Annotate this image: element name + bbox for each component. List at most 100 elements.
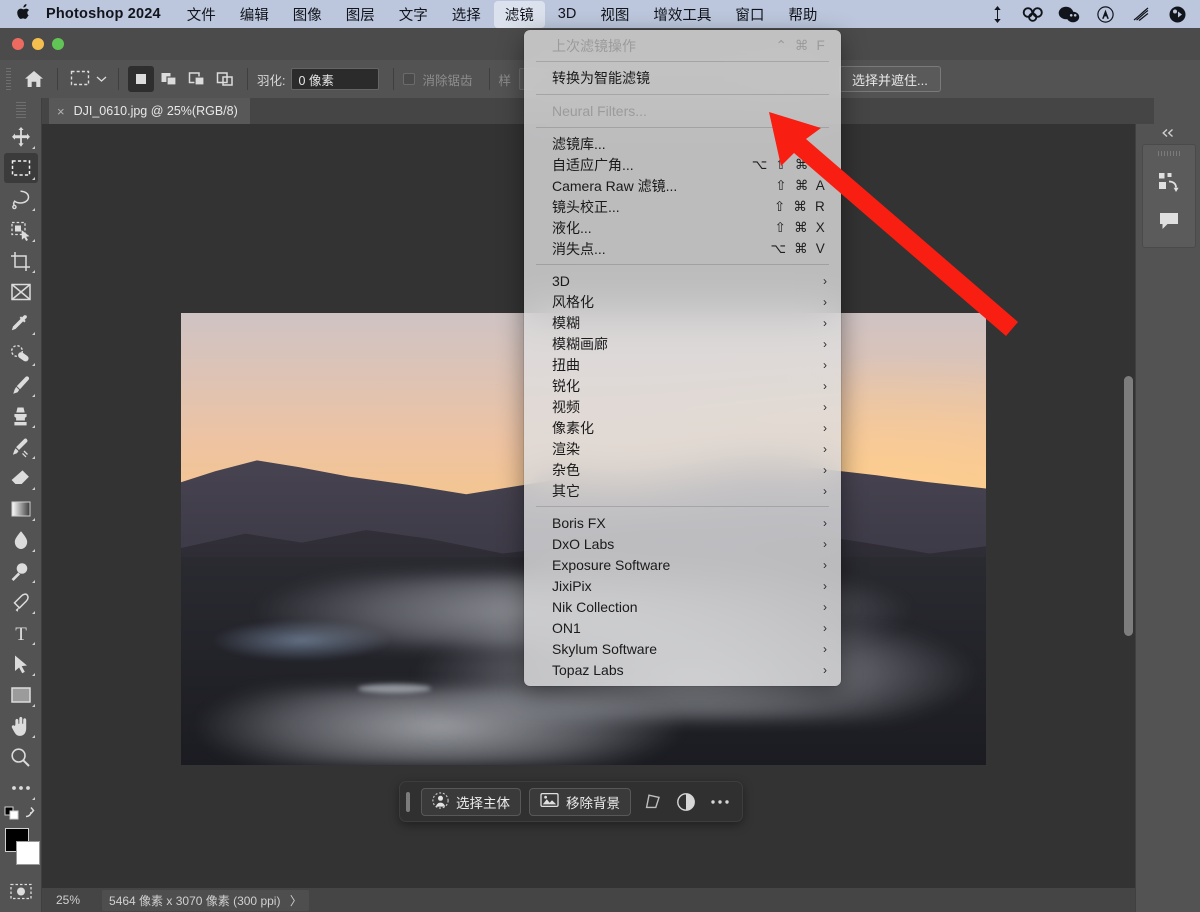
menu-item-other[interactable]: 其它 ›: [524, 480, 841, 501]
history-brush-tool[interactable]: [4, 432, 38, 462]
control-center-icon[interactable]: [1160, 1, 1194, 27]
menu-item-topaz-labs[interactable]: Topaz Labs ›: [524, 659, 841, 680]
menu-item-camera-raw-filter[interactable]: Camera Raw 滤镜... ⇧ ⌘ A: [524, 175, 841, 196]
transform-warp-icon[interactable]: [639, 788, 665, 816]
menu-item-exposure-software[interactable]: Exposure Software ›: [524, 554, 841, 575]
eyedropper-tool[interactable]: [4, 308, 38, 338]
edit-toolbar-more-icon[interactable]: [4, 773, 38, 803]
apple-logo-icon[interactable]: [0, 2, 46, 26]
minimize-button[interactable]: [32, 38, 44, 50]
menu-item-lens-correction[interactable]: 镜头校正... ⇧ ⌘ R: [524, 196, 841, 217]
antialias-checkbox[interactable]: [403, 73, 416, 85]
menu-3d[interactable]: 3D: [547, 3, 588, 25]
background-color-swatch[interactable]: [15, 841, 40, 865]
close-button[interactable]: [12, 38, 24, 50]
menu-item-render[interactable]: 渲染 ›: [524, 438, 841, 459]
color-swatches[interactable]: [3, 828, 40, 868]
quick-selection-tool[interactable]: [4, 215, 38, 245]
document-dimensions[interactable]: 5464 像素 x 3070 像素 (300 ppi) 〉: [102, 889, 309, 911]
rectangle-tool[interactable]: [4, 680, 38, 710]
antialias-row[interactable]: 消除锯齿: [403, 70, 473, 89]
add-to-selection-button[interactable]: [156, 66, 182, 92]
intersect-selection-button[interactable]: [212, 66, 238, 92]
menu-filter[interactable]: 滤镜: [493, 0, 545, 28]
menu-item-video[interactable]: 视频 ›: [524, 396, 841, 417]
subtract-from-selection-button[interactable]: [184, 66, 210, 92]
menu-item-jixipix[interactable]: JixiPix ›: [524, 575, 841, 596]
dodge-tool[interactable]: [4, 556, 38, 586]
new-selection-button[interactable]: [128, 66, 154, 92]
menu-view[interactable]: 视图: [589, 1, 640, 28]
document-tab[interactable]: × DJI_0610.jpg @ 25%(RGB/8): [49, 98, 250, 124]
menu-window[interactable]: 窗口: [724, 1, 775, 28]
task-bar-grip[interactable]: [406, 791, 410, 812]
brush-tool[interactable]: [4, 370, 38, 400]
maximize-button[interactable]: [52, 38, 64, 50]
menu-plugins[interactable]: 增效工具: [642, 1, 722, 28]
menu-file[interactable]: 文件: [176, 1, 227, 28]
menu-item-nik-collection[interactable]: Nik Collection ›: [524, 596, 841, 617]
menu-item-dxo-labs[interactable]: DxO Labs ›: [524, 533, 841, 554]
hand-tool[interactable]: [4, 711, 38, 741]
menu-item-convert-smart-filter[interactable]: 转换为智能滤镜: [524, 67, 841, 89]
zoom-level[interactable]: 25%: [56, 893, 80, 907]
menu-item-liquify[interactable]: 液化... ⇧ ⌘ X: [524, 217, 841, 238]
eraser-tool[interactable]: [4, 463, 38, 493]
feather-input[interactable]: 0 像素: [291, 68, 380, 90]
comments-icon[interactable]: [1143, 201, 1195, 241]
menu-help[interactable]: 帮助: [777, 1, 828, 28]
quick-mask-icon[interactable]: [4, 876, 38, 906]
adjustment-layer-icon[interactable]: [673, 788, 699, 816]
updown-arrows-icon[interactable]: [980, 1, 1014, 27]
spot-healing-brush-tool[interactable]: [4, 339, 38, 369]
menu-item-adaptive-wide-angle[interactable]: 自适应广角... ⌥ ⇧ ⌘ A: [524, 154, 841, 175]
history-states-icon[interactable]: [1143, 161, 1195, 201]
pen-tool[interactable]: [4, 587, 38, 617]
menu-item-stylize[interactable]: 风格化 ›: [524, 291, 841, 312]
dropbox-icon[interactable]: [1016, 1, 1050, 27]
rectangular-marquee-tool[interactable]: [3, 153, 38, 183]
lasso-tool[interactable]: [4, 184, 38, 214]
more-options-icon[interactable]: [707, 788, 733, 816]
menu-image[interactable]: 图像: [282, 1, 333, 28]
menu-edit[interactable]: 编辑: [229, 1, 280, 28]
canvas-vertical-scrollbar[interactable]: [1124, 376, 1133, 636]
menu-item-pixelate[interactable]: 像素化 ›: [524, 417, 841, 438]
crop-tool[interactable]: [4, 246, 38, 276]
menu-item-noise[interactable]: 杂色 ›: [524, 459, 841, 480]
close-tab-icon[interactable]: ×: [57, 104, 65, 119]
menu-item-filter-gallery[interactable]: 滤镜库...: [524, 133, 841, 154]
select-subject-button[interactable]: 选择主体: [421, 787, 521, 816]
move-tool[interactable]: [4, 122, 38, 152]
menu-item-boris-fx[interactable]: Boris FX ›: [524, 512, 841, 533]
type-tool[interactable]: T: [4, 618, 38, 648]
select-and-mask-button[interactable]: 选择并遮住...: [839, 66, 941, 92]
menu-item-skylum-software[interactable]: Skylum Software ›: [524, 638, 841, 659]
menu-item-vanishing-point[interactable]: 消失点... ⌥ ⌘ V: [524, 238, 841, 259]
menu-item-blur[interactable]: 模糊 ›: [524, 312, 841, 333]
menu-item-on1[interactable]: ON1 ›: [524, 617, 841, 638]
menu-item-3d[interactable]: 3D ›: [524, 270, 841, 291]
blur-tool[interactable]: [4, 525, 38, 555]
menu-type[interactable]: 文字: [388, 1, 439, 28]
options-bar-grip[interactable]: [4, 68, 14, 90]
chevron-down-icon[interactable]: [96, 72, 107, 86]
menu-item-sharpen[interactable]: 锐化 ›: [524, 375, 841, 396]
status-expand-icon[interactable]: 〉: [290, 894, 302, 908]
panel-dock-grip[interactable]: [1158, 147, 1180, 159]
clone-stamp-tool[interactable]: [4, 401, 38, 431]
chevron-double-left-icon[interactable]: [1136, 124, 1200, 142]
sound-waves-icon[interactable]: [1124, 1, 1158, 27]
frame-tool[interactable]: [4, 277, 38, 307]
tools-panel-grip[interactable]: [15, 102, 26, 118]
tool-preset-picker[interactable]: [67, 68, 109, 91]
menu-item-blur-gallery[interactable]: 模糊画廊 ›: [524, 333, 841, 354]
menu-select[interactable]: 选择: [441, 1, 492, 28]
wechat-icon[interactable]: [1052, 1, 1086, 27]
menu-layer[interactable]: 图层: [335, 1, 386, 28]
gradient-tool[interactable]: [4, 494, 38, 524]
circle-a-icon[interactable]: [1088, 1, 1122, 27]
zoom-tool[interactable]: [4, 742, 38, 772]
home-icon[interactable]: [20, 66, 48, 92]
remove-background-button[interactable]: 移除背景: [529, 787, 631, 816]
